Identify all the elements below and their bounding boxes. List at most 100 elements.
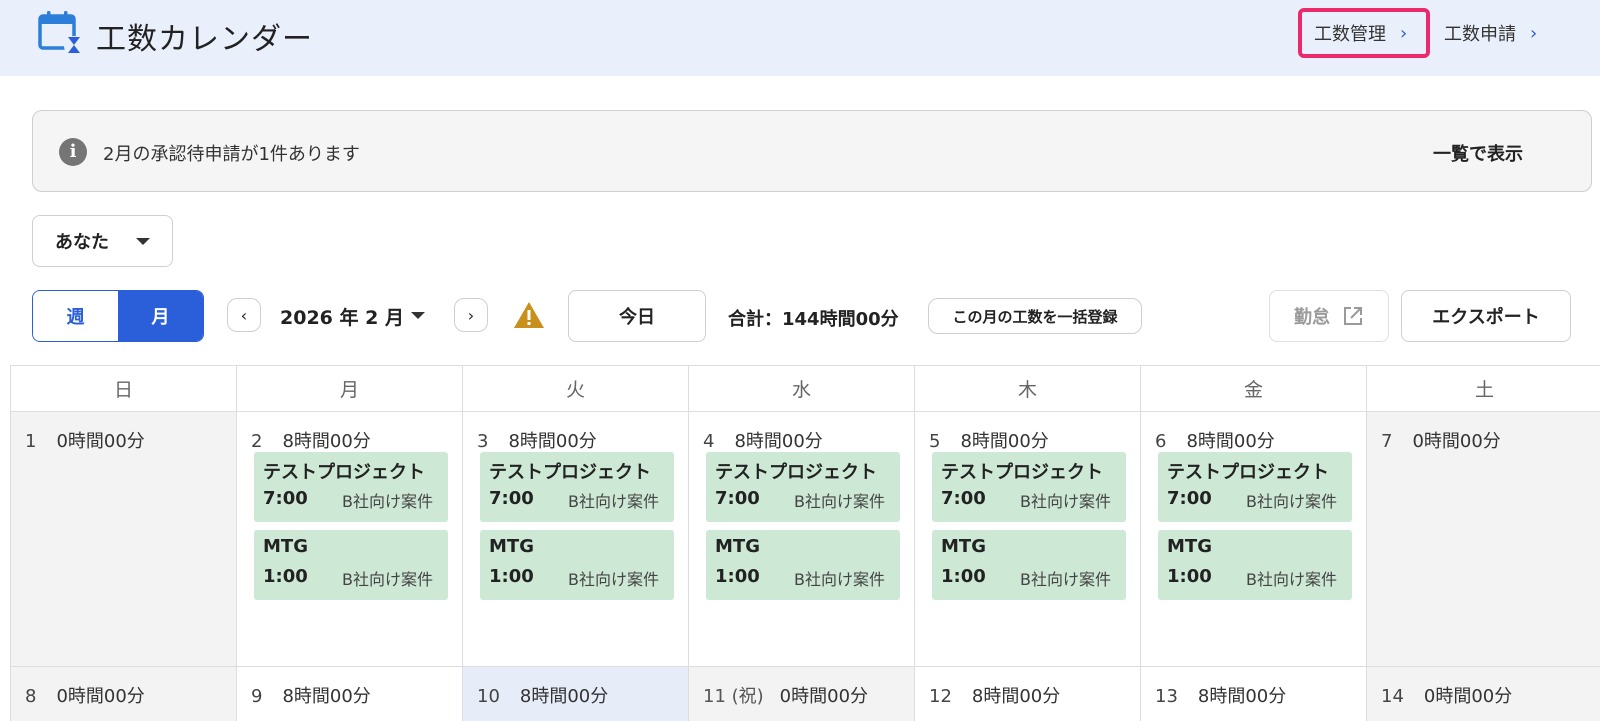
day-total-hours: 8時間00分 — [971, 686, 1061, 707]
caret-down-icon — [136, 238, 150, 245]
external-link-icon — [1344, 307, 1362, 325]
weekday-header: 月 — [237, 366, 463, 412]
day-number: 6 — [1155, 431, 1167, 452]
view-toggle: 週 月 — [32, 290, 204, 342]
entry-case-name: B社向け案件 — [1020, 570, 1111, 589]
day-number: 8 — [25, 686, 37, 707]
day-total-hours: 8時間00分 — [508, 431, 597, 452]
day-header: 14 0時間00分 — [1381, 682, 1512, 708]
calendar-day-cell[interactable]: 9 8時間00分 — [237, 667, 463, 721]
day-header: 8 0時間00分 — [25, 682, 145, 708]
kintai-label: 勤怠 — [1294, 307, 1330, 328]
entry-project-name: MTG — [715, 536, 760, 557]
day-header: 11 (祝) 0時間00分 — [703, 682, 868, 708]
day-number: 10 — [477, 686, 500, 707]
work-entry[interactable]: MTG 1:00 B社向け案件 — [254, 530, 448, 600]
day-header: 4 8時間00分 — [703, 427, 823, 453]
day-total-hours: 8時間00分 — [1197, 686, 1287, 707]
entry-case-name: B社向け案件 — [342, 570, 433, 589]
day-number: 14 — [1381, 686, 1404, 707]
entry-project-name: テストプロジェクト — [715, 462, 877, 483]
day-total-hours: 8時間00分 — [519, 686, 609, 707]
app-header: 工数カレンダー 工数管理 › 工数申請 › — [0, 0, 1600, 76]
month-view-button[interactable]: 月 — [118, 291, 203, 341]
work-entry[interactable]: MTG 1:00 B社向け案件 — [480, 530, 674, 600]
entry-project-name: テストプロジェクト — [941, 462, 1103, 483]
today-button[interactable]: 今日 — [568, 290, 706, 342]
chevron-right-icon: › — [467, 305, 475, 325]
day-number: 13 — [1155, 686, 1178, 707]
entry-project-name: MTG — [941, 536, 986, 557]
calendar-day-cell[interactable]: 12 8時間00分 — [915, 667, 1141, 721]
info-icon: i — [59, 138, 87, 166]
weekday-header-row: 日月火水木金土 — [11, 366, 1600, 412]
calendar-day-cell[interactable]: 13 8時間00分 — [1141, 667, 1367, 721]
calendar-day-cell[interactable]: 10 8時間00分 — [463, 667, 689, 721]
day-header: 3 8時間00分 — [477, 427, 597, 453]
kintai-button: 勤怠 — [1269, 290, 1389, 342]
work-entry[interactable]: テストプロジェクト 7:00 B社向け案件 — [932, 452, 1126, 522]
day-header: 13 8時間00分 — [1155, 682, 1286, 708]
warning-icon[interactable] — [512, 300, 546, 330]
day-total-hours: 0時間00分 — [56, 431, 145, 452]
day-number: 12 — [929, 686, 952, 707]
show-list-link[interactable]: 一覧で表示 — [1433, 140, 1523, 166]
export-button[interactable]: エクスポート — [1401, 290, 1571, 342]
work-entry[interactable]: MTG 1:00 B社向け案件 — [932, 530, 1126, 600]
calendar-day-cell[interactable]: 5 8時間00分 テストプロジェクト 7:00 B社向け案件 MTG 1:00 B社向け案件 — [915, 412, 1141, 667]
calendar-day-cell[interactable]: 2 8時間00分 テストプロジェクト 7:00 B社向け案件 MTG 1:00 B社向け案件 — [237, 412, 463, 667]
entry-case-name: B社向け案件 — [794, 492, 885, 511]
calendar-day-cell[interactable]: 3 8時間00分 テストプロジェクト 7:00 B社向け案件 MTG 1:00 B社向け案件 — [463, 412, 689, 667]
user-select[interactable]: あなた — [32, 215, 173, 267]
day-header: 10 8時間00分 — [477, 682, 608, 708]
weekday-header: 金 — [1141, 366, 1367, 412]
week-view-button[interactable]: 週 — [33, 291, 118, 341]
work-entry[interactable]: MTG 1:00 B社向け案件 — [706, 530, 900, 600]
caret-down-icon[interactable] — [411, 312, 425, 319]
entry-time: 1:00 — [715, 566, 760, 587]
day-number: 1 — [25, 431, 37, 452]
day-number: 7 — [1381, 431, 1393, 452]
calendar-day-cell[interactable]: 14 0時間00分 — [1367, 667, 1600, 721]
bulk-register-button[interactable]: この月の工数を一括登録 — [928, 298, 1142, 334]
day-total-hours: 8時間00分 — [1186, 431, 1275, 452]
nav-koushu-kanri-label: 工数管理 — [1314, 24, 1386, 45]
nav-koushu-shinsei-label: 工数申請 — [1444, 24, 1516, 45]
weekday-header: 土 — [1367, 366, 1600, 412]
day-total-hours: 8時間00分 — [734, 431, 823, 452]
calendar-day-cell[interactable]: 8 0時間00分 — [11, 667, 237, 721]
day-number: 11 (祝) — [703, 686, 764, 707]
calendar-day-cell[interactable]: 7 0時間00分 — [1367, 412, 1600, 667]
day-total-hours: 8時間00分 — [282, 431, 371, 452]
day-header: 7 0時間00分 — [1381, 427, 1501, 453]
calendar-day-cell[interactable]: 4 8時間00分 テストプロジェクト 7:00 B社向け案件 MTG 1:00 B社向け案件 — [689, 412, 915, 667]
monthly-total: 合計：144時間00分 — [728, 309, 899, 330]
chevron-right-icon: › — [1400, 22, 1408, 44]
weekday-header: 日 — [11, 366, 237, 412]
chevron-right-icon: › — [1530, 22, 1538, 44]
calendar-day-cell[interactable]: 1 0時間00分 — [11, 412, 237, 667]
page-title: 工数カレンダー — [96, 22, 313, 57]
entry-case-name: B社向け案件 — [1246, 570, 1337, 589]
day-total-hours: 0時間00分 — [1412, 431, 1501, 452]
entry-case-name: B社向け案件 — [1020, 492, 1111, 511]
user-select-value: あなた — [55, 232, 109, 253]
entry-time: 1:00 — [941, 566, 986, 587]
entry-time: 1:00 — [489, 566, 534, 587]
calendar-day-cell[interactable]: 11 (祝) 0時間00分 — [689, 667, 915, 721]
work-entry[interactable]: テストプロジェクト 7:00 B社向け案件 — [254, 452, 448, 522]
nav-koushu-shinsei[interactable]: 工数申請 › — [1442, 8, 1582, 58]
work-entry[interactable]: テストプロジェクト 7:00 B社向け案件 — [706, 452, 900, 522]
work-entry[interactable]: テストプロジェクト 7:00 B社向け案件 — [480, 452, 674, 522]
day-total-hours: 8時間00分 — [282, 686, 371, 707]
calendar-day-cell[interactable]: 6 8時間00分 テストプロジェクト 7:00 B社向け案件 MTG 1:00 B社向け案件 — [1141, 412, 1367, 667]
month-label[interactable]: 2026 年 2 月 — [280, 303, 404, 330]
day-header: 1 0時間00分 — [25, 427, 145, 453]
work-entry[interactable]: MTG 1:00 B社向け案件 — [1158, 530, 1352, 600]
entry-case-name: B社向け案件 — [568, 492, 659, 511]
next-month-button[interactable]: › — [454, 298, 488, 332]
nav-koushu-kanri[interactable]: 工数管理 › — [1298, 8, 1430, 58]
prev-month-button[interactable]: ‹ — [227, 298, 261, 332]
work-entry[interactable]: テストプロジェクト 7:00 B社向け案件 — [1158, 452, 1352, 522]
entry-time: 7:00 — [715, 488, 760, 509]
